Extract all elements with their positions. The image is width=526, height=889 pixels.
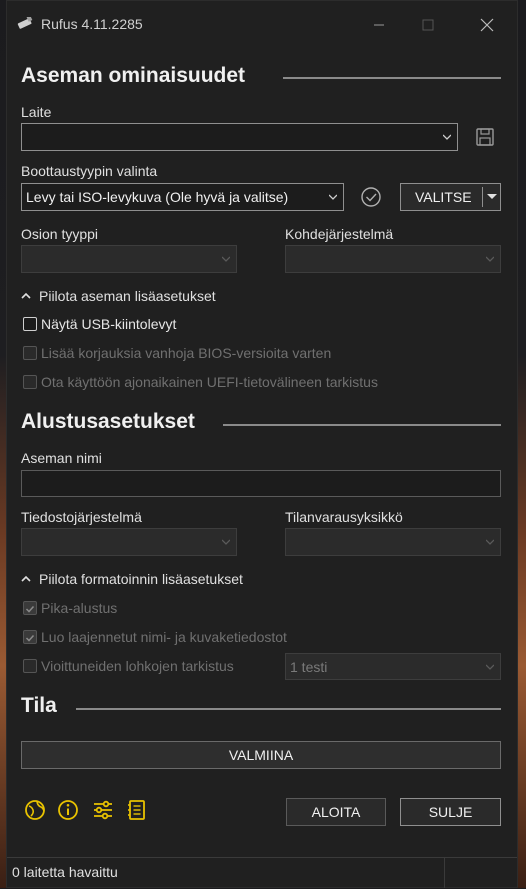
hide-format-advanced-toggle[interactable]: Piilota formatoinnin lisäasetukset <box>21 571 243 587</box>
format-options-heading: Alustusasetukset <box>21 410 195 433</box>
device-dropdown[interactable] <box>21 123 458 151</box>
save-icon <box>476 128 494 146</box>
checkbox[interactable] <box>23 630 37 644</box>
verify-button[interactable] <box>360 186 382 208</box>
option-bios-fixes[interactable]: Lisää korjauksia vanhoja BIOS-versioita … <box>23 345 331 361</box>
start-button-label: ALOITA <box>311 804 361 820</box>
checkbox[interactable] <box>23 317 37 331</box>
chevron-down-icon <box>486 256 494 262</box>
close-button[interactable]: SULJE <box>400 798 501 826</box>
format-advanced-label: Piilota formatoinnin lisäasetukset <box>39 571 243 587</box>
boot-selection-value: Levy tai ISO-levykuva (Ole hyvä ja valit… <box>26 189 289 205</box>
select-dropdown-arrow[interactable] <box>484 187 500 207</box>
checkbox-label: Ota käyttöön ajonaikainen UEFI-tietoväli… <box>41 374 378 390</box>
device-label: Laite <box>21 104 52 120</box>
checkbox[interactable] <box>23 346 37 360</box>
log-button[interactable] <box>125 798 149 822</box>
checkbox-label: Luo laajennetut nimi- ja kuvaketiedostot <box>41 629 287 645</box>
target-system-dropdown[interactable] <box>285 245 501 273</box>
filesystem-label: Tiedostojärjestelmä <box>21 509 142 525</box>
partition-scheme-dropdown[interactable] <box>21 245 237 273</box>
window-title: Rufus 4.11.2285 <box>41 16 143 32</box>
verify-check-icon <box>361 187 381 207</box>
language-button[interactable] <box>23 798 47 822</box>
progress-bar: VALMIINA <box>21 741 501 769</box>
partition-scheme-label: Osion tyyppi <box>21 226 99 242</box>
drive-advanced-label: Piilota aseman lisäasetukset <box>39 288 216 304</box>
option-quick-format[interactable]: Pika-alustus <box>23 600 117 616</box>
checkbox-label: Näytä USB-kiintolevyt <box>41 316 177 332</box>
passes-dropdown[interactable]: 1 testi <box>285 653 501 680</box>
chevron-up-icon <box>21 292 31 299</box>
chevron-down-icon <box>222 256 230 262</box>
chevron-up-icon <box>21 575 31 582</box>
settings-sliders-icon <box>94 800 112 820</box>
checkbox[interactable] <box>23 601 37 615</box>
start-button[interactable]: ALOITA <box>286 798 386 826</box>
info-icon <box>58 800 78 820</box>
section-rule <box>223 424 501 426</box>
save-image-button[interactable] <box>474 126 496 148</box>
checkbox[interactable] <box>23 375 37 389</box>
chevron-down-icon <box>486 664 494 670</box>
status-divider <box>444 858 445 888</box>
option-extended-label[interactable]: Luo laajennetut nimi- ja kuvaketiedostot <box>23 629 287 645</box>
cluster-size-label: Tilanvarausyksikkö <box>285 509 403 525</box>
checkmark-icon <box>25 634 35 642</box>
option-bad-blocks[interactable]: Vioittuneiden lohkojen tarkistus <box>23 658 234 674</box>
checkbox[interactable] <box>23 659 37 673</box>
about-button[interactable] <box>56 798 80 822</box>
minimize-icon <box>374 24 384 26</box>
checkbox-label: Pika-alustus <box>41 600 118 616</box>
caret-down-icon <box>487 194 497 199</box>
minimize-button[interactable] <box>367 13 391 37</box>
section-rule <box>76 708 501 710</box>
chevron-down-icon <box>443 134 451 140</box>
checkbox-label: Vioittuneiden lohkojen tarkistus <box>41 658 234 674</box>
drive-properties-heading: Aseman ominaisuudet <box>21 64 246 87</box>
option-list-usb-hdd[interactable]: Näytä USB-kiintolevyt <box>23 316 176 332</box>
hide-drive-advanced-toggle[interactable]: Piilota aseman lisäasetukset <box>21 288 216 304</box>
title-bar[interactable]: Rufus 4.11.2285 <box>7 1 517 47</box>
section-rule <box>283 77 501 79</box>
settings-button[interactable] <box>91 798 115 822</box>
boot-selection-dropdown[interactable]: Levy tai ISO-levykuva (Ole hyvä ja valit… <box>21 183 344 211</box>
select-button-label: VALITSE <box>415 189 472 205</box>
option-uefi-validation[interactable]: Ota käyttöön ajonaikainen UEFI-tietoväli… <box>23 374 378 390</box>
chevron-down-icon <box>222 539 230 545</box>
volume-label-input[interactable] <box>21 470 501 497</box>
checkmark-icon <box>25 605 35 613</box>
status-heading: Tila <box>21 694 57 717</box>
chevron-down-icon <box>486 539 494 545</box>
split-divider <box>482 187 483 207</box>
progress-text: VALMIINA <box>228 747 294 763</box>
cluster-size-dropdown[interactable] <box>285 528 501 556</box>
close-window-button[interactable] <box>475 13 499 37</box>
close-button-label: SULJE <box>428 804 473 820</box>
filesystem-dropdown[interactable] <box>21 528 237 556</box>
checkbox-label: Lisää korjauksia vanhoja BIOS-versioita … <box>41 345 332 361</box>
target-system-label: Kohdejärjestelmä <box>285 226 394 242</box>
status-bar: 0 laitetta havaittu <box>7 857 517 889</box>
app-icon <box>17 17 33 29</box>
boot-selection-label: Boottaustyypin valinta <box>21 163 158 179</box>
volume-label-label: Aseman nimi <box>21 450 102 466</box>
device-count-text: 0 laitetta havaittu <box>12 864 118 880</box>
passes-value: 1 testi <box>290 658 328 675</box>
log-icon <box>128 800 145 820</box>
maximize-icon <box>422 19 434 31</box>
chevron-down-icon <box>329 194 337 200</box>
rufus-window: Rufus 4.11.2285 Aseman ominaisuudet Lait… <box>6 0 518 888</box>
close-icon <box>480 18 494 32</box>
maximize-button[interactable] <box>416 13 440 37</box>
globe-icon <box>25 800 45 820</box>
